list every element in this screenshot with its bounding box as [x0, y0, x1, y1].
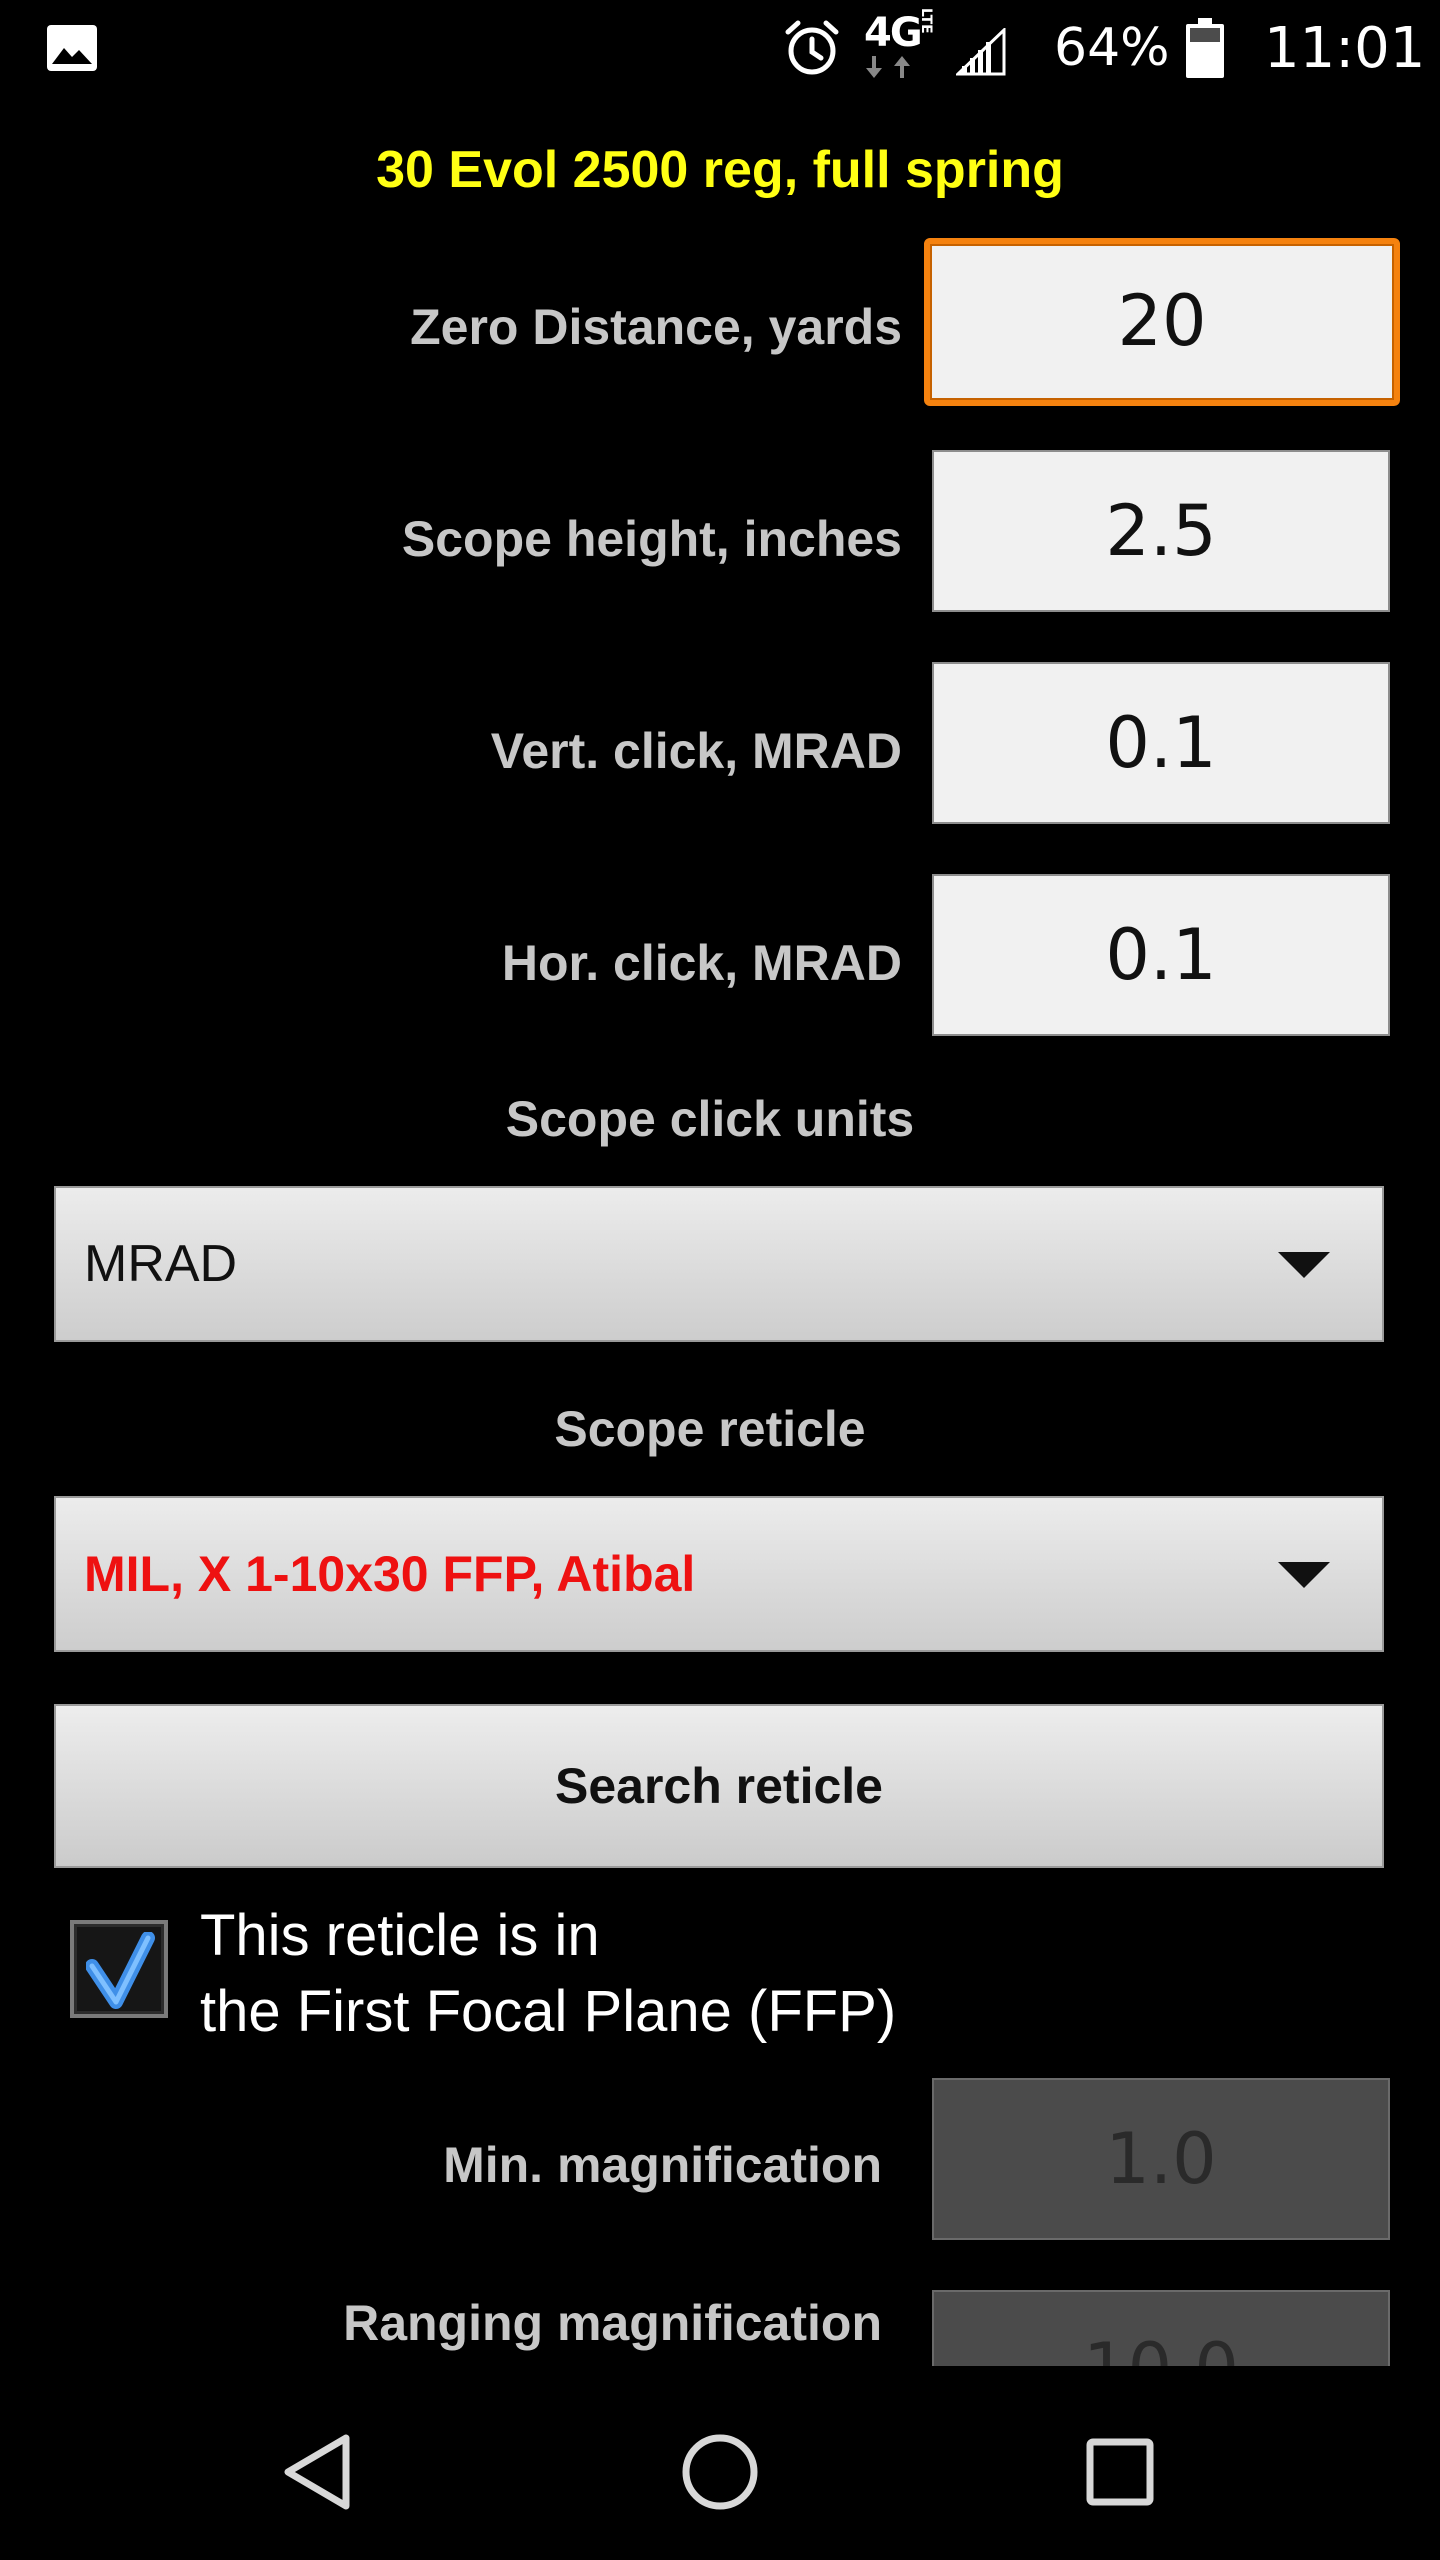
- gallery-icon: [47, 25, 97, 71]
- ranging-magnification-value: 10.0: [934, 2328, 1388, 2366]
- reticle-label: Scope reticle: [554, 1401, 866, 1457]
- ranging-magnification-input: 10.0: [932, 2290, 1390, 2366]
- min-magnification-label: Min. magnification: [443, 2137, 882, 2193]
- recents-square-icon[interactable]: [1086, 2438, 1154, 2506]
- ranging-magnification-label: Ranging magnification: [343, 2295, 882, 2351]
- data-activity-icon: [866, 56, 910, 78]
- click-units-value: MRAD: [84, 1235, 238, 1293]
- min-magnification-input: 1.0: [932, 2078, 1390, 2240]
- hor-click-input[interactable]: 0.1: [932, 874, 1390, 1036]
- scope-height-label: Scope height, inches: [401, 511, 902, 567]
- network-type: 4G: [864, 10, 923, 56]
- battery-icon: [1186, 18, 1224, 78]
- alarm-clock-icon: [785, 20, 839, 75]
- reticle-dropdown[interactable]: MIL, X 1-10x30 FFP, Atibal: [54, 1496, 1384, 1652]
- signal-strength-icon: [956, 28, 1006, 76]
- vert-click-input[interactable]: 0.1: [932, 662, 1390, 824]
- home-circle-icon[interactable]: [680, 2432, 760, 2512]
- ffp-checkbox[interactable]: [70, 1920, 168, 2018]
- status-bar: 4G LTE 64% 11:01: [0, 0, 1440, 100]
- navigation-bar: [0, 2368, 1440, 2560]
- click-units-label: Scope click units: [505, 1091, 915, 1147]
- clock: 11:01: [1264, 16, 1426, 81]
- reticle-value: MIL, X 1-10x30 FFP, Atibal: [84, 1546, 696, 1602]
- back-triangle-icon[interactable]: [282, 2434, 352, 2510]
- network-subtype: LTE: [918, 8, 934, 34]
- ffp-label-line1: This reticle is in: [200, 1903, 600, 1968]
- chevron-down-icon: [1278, 1252, 1330, 1278]
- ffp-checkbox-label[interactable]: This reticle is in the First Focal Plane…: [200, 1898, 896, 2050]
- battery-percent: 64%: [1054, 18, 1170, 78]
- chevron-down-icon: [1278, 1562, 1330, 1588]
- search-reticle-button[interactable]: Search reticle: [54, 1704, 1384, 1868]
- ffp-label-line2: the First Focal Plane (FFP): [200, 1979, 897, 2044]
- profile-title: 30 Evol 2500 reg, full spring: [376, 141, 1064, 199]
- scope-height-input[interactable]: 2.5: [932, 450, 1390, 612]
- checkmark-icon: [86, 1932, 155, 2009]
- zero-distance-input[interactable]: 20: [924, 238, 1400, 406]
- hor-click-label: Hor. click, MRAD: [501, 935, 902, 991]
- vert-click-label: Vert. click, MRAD: [490, 723, 902, 779]
- zero-distance-label: Zero Distance, yards: [410, 299, 902, 355]
- click-units-dropdown[interactable]: MRAD: [54, 1186, 1384, 1342]
